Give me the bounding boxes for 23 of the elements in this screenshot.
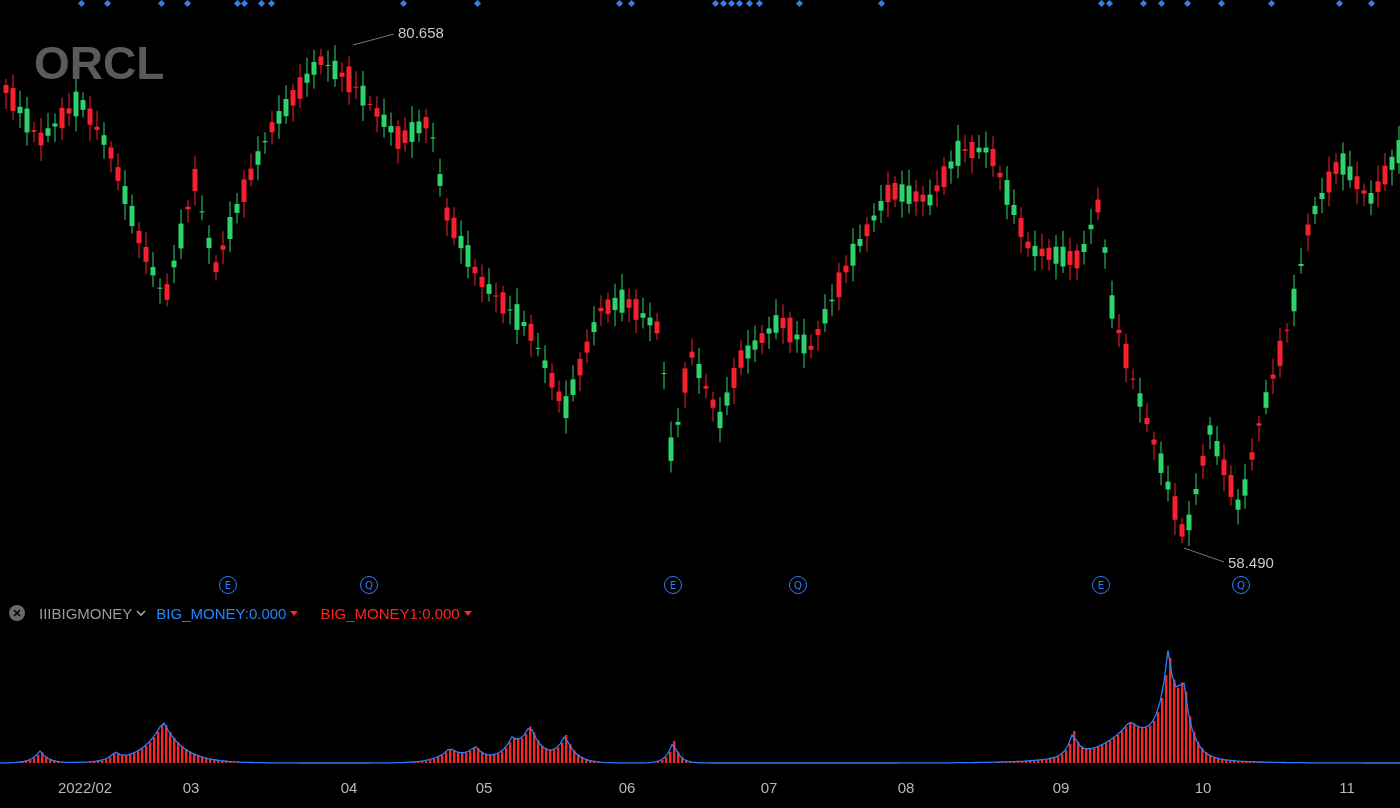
- axis-label: 10: [1194, 779, 1212, 796]
- axis-label: 08: [897, 779, 915, 796]
- axis-label: 06: [618, 779, 636, 796]
- indicator-value[interactable]: BIG_MONEY:0.000: [156, 604, 299, 622]
- axis-label: 09: [1052, 779, 1070, 796]
- ticker-symbol: ORCL: [34, 36, 165, 90]
- high-price-label: 80.658: [398, 24, 444, 41]
- indicator-dropdown[interactable]: IIIBIGMONEY: [39, 604, 147, 622]
- axis-label: 04: [340, 779, 358, 796]
- close-button[interactable]: [9, 605, 25, 621]
- axis-label: 05: [475, 779, 493, 796]
- indicator-value[interactable]: BIG_MONEY1:0.000: [320, 604, 472, 622]
- axis-label: 03: [182, 779, 200, 796]
- close-icon: [13, 609, 21, 617]
- caret-icon: [463, 610, 472, 616]
- axis-label: 11: [1339, 779, 1355, 796]
- low-price-label: 58.490: [1228, 554, 1274, 571]
- axis-label: 2022/02: [57, 779, 113, 796]
- caret-icon: [290, 610, 299, 616]
- leader-line: [352, 33, 395, 46]
- axis-label: 07: [760, 779, 778, 796]
- chevron-icon: [136, 610, 147, 616]
- leader-line: [1183, 547, 1225, 563]
